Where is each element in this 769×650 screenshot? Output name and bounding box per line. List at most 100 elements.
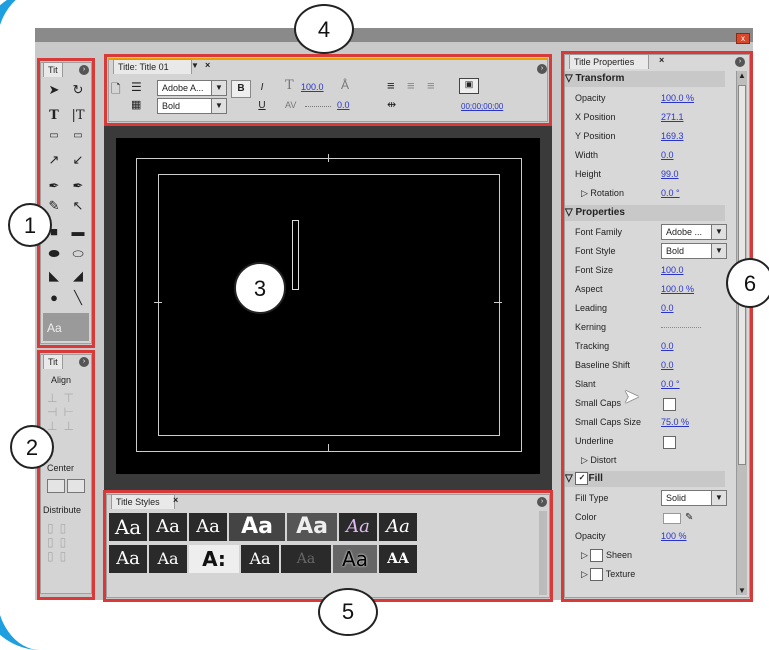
kerning-value[interactable]: 0.0: [337, 100, 350, 110]
expand-right-icon[interactable]: ▷: [581, 188, 590, 198]
center-horizontal-button[interactable]: [47, 479, 65, 493]
height-value[interactable]: 99.0: [661, 165, 679, 184]
add-anchor-icon[interactable]: ✒: [67, 177, 89, 195]
transform-section[interactable]: ▽ Transform: [565, 71, 725, 87]
styles-menu-icon[interactable]: ›: [537, 497, 547, 507]
title-tab[interactable]: Title: Title 01: [113, 59, 192, 74]
tools-panel-menu-icon[interactable]: ›: [79, 65, 89, 75]
properties-menu-icon[interactable]: ›: [735, 57, 745, 67]
align-right-icon[interactable]: ≡: [427, 78, 435, 93]
style-tile[interactable]: AA: [379, 545, 417, 573]
pen-icon[interactable]: ✒: [43, 177, 65, 195]
xpos-value[interactable]: 271.1: [661, 108, 684, 127]
properties-scrollbar[interactable]: ▲ ▼: [736, 71, 747, 595]
center-vertical-button[interactable]: [67, 479, 85, 493]
area-type-icon[interactable]: ▭: [43, 127, 65, 145]
style-tile[interactable]: Aa: [109, 545, 147, 573]
type-icon[interactable]: T: [43, 107, 65, 125]
align-left-icon[interactable]: ≡: [387, 78, 395, 93]
opacity-value[interactable]: 100.0 %: [661, 89, 694, 108]
title-styles-tab[interactable]: Title Styles: [111, 494, 175, 509]
align-center-icon[interactable]: ≡: [407, 78, 415, 93]
new-title-icon[interactable]: 🗋: [111, 80, 121, 101]
font-size-value[interactable]: 100.0: [661, 261, 684, 280]
fill-opacity-value[interactable]: 100 %: [661, 527, 687, 546]
style-tile[interactable]: Aa: [281, 545, 331, 573]
vertical-path-type-icon[interactable]: ↙: [67, 151, 89, 169]
font-style-dropdown[interactable]: Bold ▼: [157, 98, 227, 114]
leading-value[interactable]: 0.0: [661, 299, 674, 318]
rotate-icon[interactable]: ↻: [67, 81, 89, 99]
style-tile[interactable]: Aa: [333, 545, 377, 573]
expand-right-icon[interactable]: ▷: [581, 455, 590, 465]
underline-checkbox[interactable]: [663, 436, 676, 449]
tools-tab[interactable]: Tit: [43, 62, 63, 77]
smallcaps-checkbox[interactable]: [663, 398, 676, 411]
font-family-dropdown[interactable]: Adobe A... ▼: [157, 80, 227, 96]
properties-section[interactable]: ▽ Properties: [565, 205, 725, 221]
tracking-value[interactable]: 0.0: [661, 337, 674, 356]
style-tile[interactable]: Aa: [149, 513, 187, 541]
fill-checkbox[interactable]: ✓: [575, 471, 589, 485]
font-family-dropdown[interactable]: Adobe ... ▼: [661, 224, 727, 240]
align-buttons[interactable]: ⊥⊤ ⊣⊢ ⊥⊥: [47, 391, 80, 433]
style-tile[interactable]: Aa: [229, 513, 285, 541]
window-close-button[interactable]: x: [736, 33, 750, 44]
timecode-value[interactable]: 00;00;00;00: [461, 102, 503, 111]
style-tile[interactable]: Aa: [379, 513, 417, 541]
wedge-icon[interactable]: ◣: [43, 267, 65, 285]
selection-icon[interactable]: ➤: [43, 81, 65, 99]
underline-button[interactable]: U: [255, 98, 269, 114]
italic-button[interactable]: I: [255, 80, 269, 96]
style-tile[interactable]: Aa: [109, 513, 147, 541]
tab-stops-icon[interactable]: ⇹: [387, 98, 396, 111]
properties-tab[interactable]: Title Properties: [569, 54, 650, 69]
fill-type-dropdown[interactable]: Solid ▼: [661, 490, 727, 506]
toolbar-menu-icon[interactable]: ›: [537, 64, 547, 74]
actions-panel-menu-icon[interactable]: ›: [79, 357, 89, 367]
expand-right-icon[interactable]: ▷: [581, 569, 590, 579]
vertical-type-icon[interactable]: |T: [67, 107, 89, 125]
clipped-rect-icon[interactable]: ⬬: [43, 245, 65, 263]
style-tile[interactable]: Aa: [339, 513, 377, 541]
line-icon[interactable]: ╲: [67, 289, 89, 307]
scroll-down-icon[interactable]: ▼: [737, 586, 747, 595]
properties-tab-close-icon[interactable]: ×: [659, 55, 664, 65]
styles-scrollbar[interactable]: [539, 511, 547, 595]
baseline-value[interactable]: 0.0: [661, 356, 674, 375]
actions-tab[interactable]: Tit: [43, 354, 63, 369]
texture-checkbox[interactable]: [590, 568, 604, 582]
distribute-buttons[interactable]: ▯▯ ▯▯ ▯▯: [47, 521, 72, 563]
font-size-value[interactable]: 100.0: [301, 82, 324, 92]
styles-tab-close-icon[interactable]: ×: [173, 495, 178, 505]
style-tile[interactable]: Aa: [287, 513, 337, 541]
smallcaps-size-value[interactable]: 75.0 %: [661, 413, 689, 432]
arc-icon[interactable]: ◢: [67, 267, 89, 285]
title-tab-menu-icon[interactable]: ▼: [191, 61, 199, 70]
path-type-icon[interactable]: ↗: [43, 151, 65, 169]
slant-value[interactable]: 0.0 °: [661, 375, 680, 394]
templates-icon[interactable]: ▦: [131, 98, 141, 111]
eyedropper-icon[interactable]: ✎: [685, 508, 693, 527]
text-cursor-box[interactable]: [292, 220, 299, 290]
ypos-value[interactable]: 169.3: [661, 127, 684, 146]
sheen-checkbox[interactable]: [590, 549, 604, 563]
vertical-area-type-icon[interactable]: ▭: [67, 127, 89, 145]
show-background-icon[interactable]: ▣: [459, 78, 479, 94]
convert-anchor-icon[interactable]: ↖: [67, 197, 89, 215]
style-tile[interactable]: Aa: [149, 545, 187, 573]
style-tile[interactable]: Aa: [241, 545, 279, 573]
style-tile[interactable]: A:: [189, 545, 239, 573]
bold-button[interactable]: B: [231, 80, 251, 98]
rounded-corner-rect-icon[interactable]: ⬭: [67, 245, 89, 263]
fill-section[interactable]: ▽ ✓ Fill: [565, 471, 725, 487]
aspect-value[interactable]: 100.0 %: [661, 280, 694, 299]
rounded-rect-icon[interactable]: ▬: [67, 223, 89, 241]
font-style-dropdown[interactable]: Bold ▼: [661, 243, 727, 259]
style-tile[interactable]: Aa: [189, 513, 227, 541]
title-tab-close-icon[interactable]: ×: [205, 60, 210, 70]
rotation-value[interactable]: 0.0 °: [661, 184, 680, 203]
ellipse-icon[interactable]: ●: [43, 289, 65, 307]
width-value[interactable]: 0.0: [661, 146, 674, 165]
title-canvas[interactable]: [116, 138, 540, 474]
